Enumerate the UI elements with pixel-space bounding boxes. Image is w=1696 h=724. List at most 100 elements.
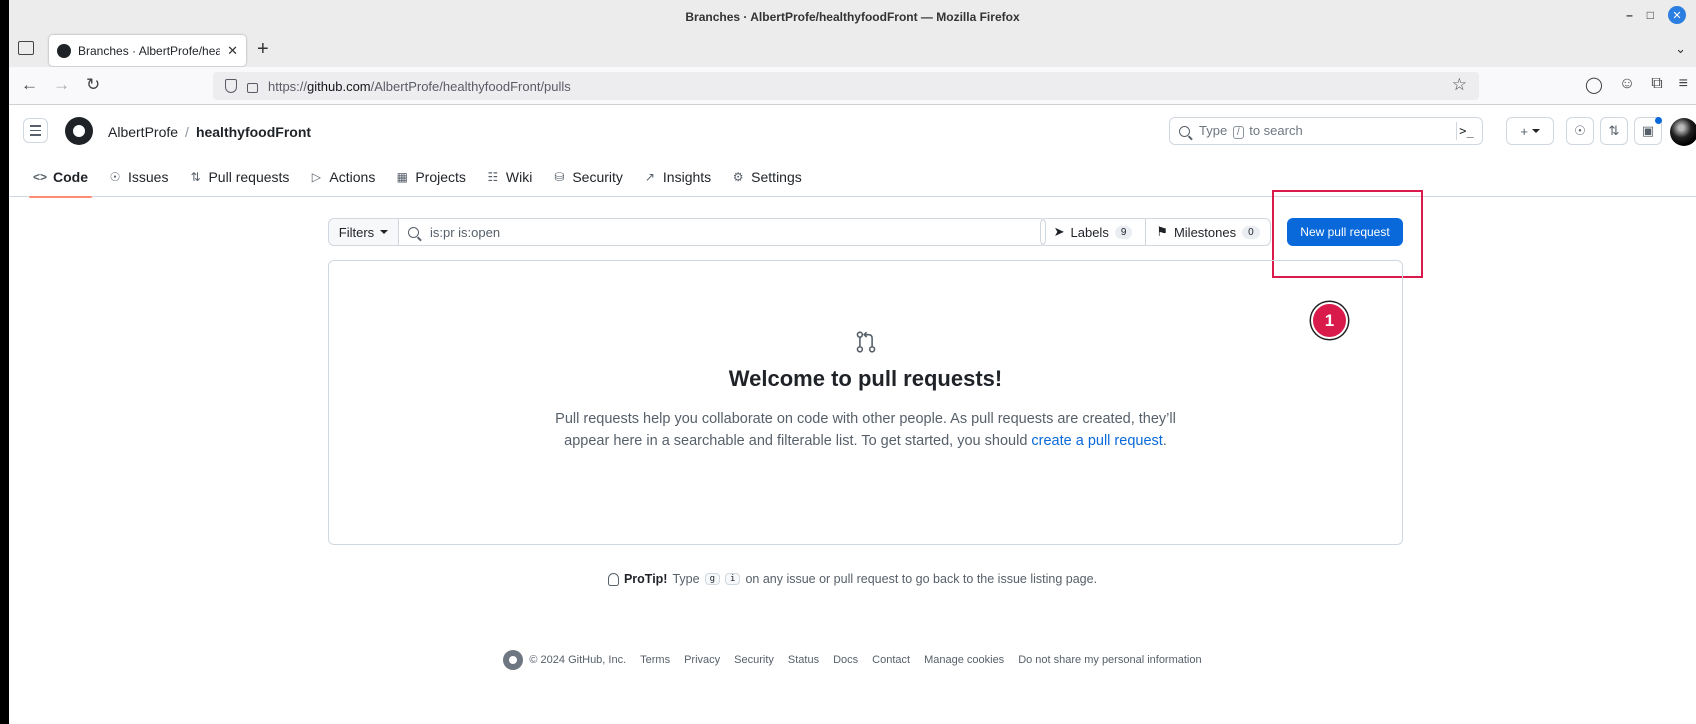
github-header: AlbertProfe / healthyfoodFront Type / to… xyxy=(9,105,1696,198)
screen-edge xyxy=(0,0,9,724)
github-favicon-icon xyxy=(57,43,71,58)
breadcrumb: AlbertProfe / healthyfoodFront xyxy=(108,124,311,140)
github-logo-icon[interactable] xyxy=(65,117,93,145)
breadcrumb-owner[interactable]: AlbertProfe xyxy=(108,124,178,140)
browser-window: Branches · AlbertProfe/healthyfoodFront … xyxy=(9,0,1696,724)
chevron-down-icon xyxy=(1531,129,1540,133)
breadcrumb-separator: / xyxy=(185,124,189,140)
extensions-icon[interactable]: ⧉ xyxy=(1651,75,1662,95)
github-mark-icon[interactable] xyxy=(503,650,524,670)
maximize-icon[interactable]: □ xyxy=(1647,8,1654,22)
issue-opened-icon: ☉ xyxy=(1574,123,1586,138)
play-icon: ▷ xyxy=(311,170,322,184)
tab-pull-requests[interactable]: ⇅ Pull requests xyxy=(178,157,299,197)
tab-label: Actions xyxy=(329,169,376,185)
search-icon xyxy=(408,226,419,238)
protip-text-2: on any issue or pull request to go back … xyxy=(745,572,1098,586)
user-avatar[interactable] xyxy=(1670,118,1696,146)
light-bulb-icon xyxy=(607,572,619,586)
pocket-icon[interactable]: ◯ xyxy=(1585,75,1603,95)
global-bar: AlbertProfe / healthyfoodFront Type / to… xyxy=(9,105,1696,157)
tab-actions[interactable]: ▷ Actions xyxy=(299,157,385,197)
tab-projects[interactable]: ▦ Projects xyxy=(385,157,476,197)
minimize-icon[interactable]: – xyxy=(1626,8,1633,22)
filters-button[interactable]: Filters xyxy=(328,218,398,246)
tab-label: Code xyxy=(53,169,88,185)
tab-label: Security xyxy=(572,169,623,185)
pulls-toolbar: Filters is:pr is:open ➤ Labels 9 ⚑ Miles… xyxy=(328,218,1403,246)
pull-requests-button[interactable]: ⇅ xyxy=(1600,117,1628,145)
navigation-toolbar: ← → ↻ https://github.com/AlbertProfe/hea… xyxy=(9,67,1696,105)
pull-request-icon: ⇅ xyxy=(190,170,201,184)
toolbar-icons: ◯ ☺ ⧉ ≡ xyxy=(1585,75,1688,95)
code-icon: <> xyxy=(33,170,48,184)
footer-link-docs[interactable]: Docs xyxy=(833,654,858,666)
footer-link-do-not-share-my-personal-information[interactable]: Do not share my personal information xyxy=(1018,654,1201,666)
search-placeholder: Type / to search xyxy=(1199,123,1303,139)
tab-issues[interactable]: ☉ Issues xyxy=(98,157,178,197)
labels-button[interactable]: ➤ Labels 9 xyxy=(1040,218,1146,246)
menu-icon[interactable]: ≡ xyxy=(1679,75,1688,95)
filter-value[interactable]: is:pr is:open xyxy=(430,225,500,240)
git-pull-request-icon xyxy=(856,331,875,353)
filter-search-input[interactable]: is:pr is:open xyxy=(398,218,1046,246)
list-tabs-icon[interactable]: ⌄ xyxy=(1675,41,1686,57)
filters-label: Filters xyxy=(338,224,375,240)
create-pull-request-link[interactable]: create a pull request xyxy=(1031,433,1162,449)
create-new-button[interactable]: + xyxy=(1506,117,1554,145)
blankslate-description: Pull requests help you collaborate on co… xyxy=(555,411,1176,449)
tab-active[interactable]: Branches · AlbertProfe/heal ✕ xyxy=(49,35,246,66)
blankslate: Welcome to pull requests! Pull requests … xyxy=(328,260,1403,545)
breadcrumb-repo[interactable]: healthyfoodFront xyxy=(196,124,311,140)
tracking-shield-icon[interactable] xyxy=(225,79,237,93)
issues-button[interactable]: ☉ xyxy=(1566,117,1594,145)
url-bar[interactable]: https://github.com/AlbertProfe/healthyfo… xyxy=(213,72,1479,100)
command-palette-icon[interactable]: >_ xyxy=(1456,122,1476,140)
tab-insights[interactable]: ↗ Insights xyxy=(633,157,721,197)
protip-key-g: g xyxy=(704,573,721,585)
tab-label: Projects xyxy=(415,169,466,185)
footer-link-status[interactable]: Status xyxy=(788,654,819,666)
repo-navigation: <> Code ☉ Issues ⇅ Pull requests ▷ Actions ▦ Proj… xyxy=(23,157,812,198)
reload-icon[interactable]: ↻ xyxy=(86,75,100,95)
global-search-input[interactable]: Type / to search >_ xyxy=(1169,117,1483,145)
footer-link-security[interactable]: Security xyxy=(734,654,774,666)
forward-icon[interactable]: → xyxy=(53,75,70,95)
bookmark-star-icon[interactable]: ☆ xyxy=(1452,75,1467,95)
close-window-icon[interactable]: ✕ xyxy=(1668,6,1686,24)
hamburger-menu-icon[interactable] xyxy=(23,118,48,143)
blankslate-title: Welcome to pull requests! xyxy=(728,366,1003,391)
footer-link-privacy[interactable]: Privacy xyxy=(684,654,720,666)
site-footer: © 2024 GitHub, Inc. Terms Privacy Security… xyxy=(9,650,1696,670)
tab-label: Pull requests xyxy=(208,169,290,185)
book-icon: ☷ xyxy=(487,170,499,184)
graph-icon: ↗ xyxy=(644,170,655,184)
issue-icon: ☉ xyxy=(109,170,121,184)
tab-strip: Branches · AlbertProfe/heal ✕ + ⌄ xyxy=(9,33,1696,67)
gear-icon: ⚙ xyxy=(732,170,744,184)
account-icon[interactable]: ☺ xyxy=(1619,75,1635,95)
inbox-icon: ▣ xyxy=(1641,123,1655,138)
tab-settings[interactable]: ⚙ Settings xyxy=(721,157,812,197)
search-icon xyxy=(1179,125,1190,137)
tab-manager-icon[interactable] xyxy=(18,41,34,55)
footer-link-contact[interactable]: Contact xyxy=(872,654,910,666)
close-tab-icon[interactable]: ✕ xyxy=(227,43,238,59)
footer-link-manage-cookies[interactable]: Manage cookies xyxy=(924,654,1004,666)
footer-link-terms[interactable]: Terms xyxy=(640,654,670,666)
back-icon[interactable]: ← xyxy=(21,75,38,95)
milestones-button[interactable]: ⚑ Milestones 0 xyxy=(1146,218,1271,246)
tab-security[interactable]: ⛁ Security xyxy=(542,157,633,197)
chevron-down-icon xyxy=(380,230,389,234)
notification-indicator xyxy=(1655,117,1662,124)
window-titlebar: Branches · AlbertProfe/healthyfoodFront … xyxy=(9,0,1696,33)
new-tab-icon[interactable]: + xyxy=(257,38,269,61)
tab-label: Wiki xyxy=(505,169,533,185)
protip-key-i: i xyxy=(725,573,741,585)
milestone-icon: ⚑ xyxy=(1156,224,1168,239)
tab-wiki[interactable]: ☷ Wiki xyxy=(476,157,542,197)
tab-code[interactable]: <> Code xyxy=(23,157,98,198)
lock-icon[interactable] xyxy=(247,83,258,93)
footer-copyright: © 2024 GitHub, Inc. xyxy=(529,654,627,666)
url-text[interactable]: https://github.com/AlbertProfe/healthyfo… xyxy=(268,79,571,94)
